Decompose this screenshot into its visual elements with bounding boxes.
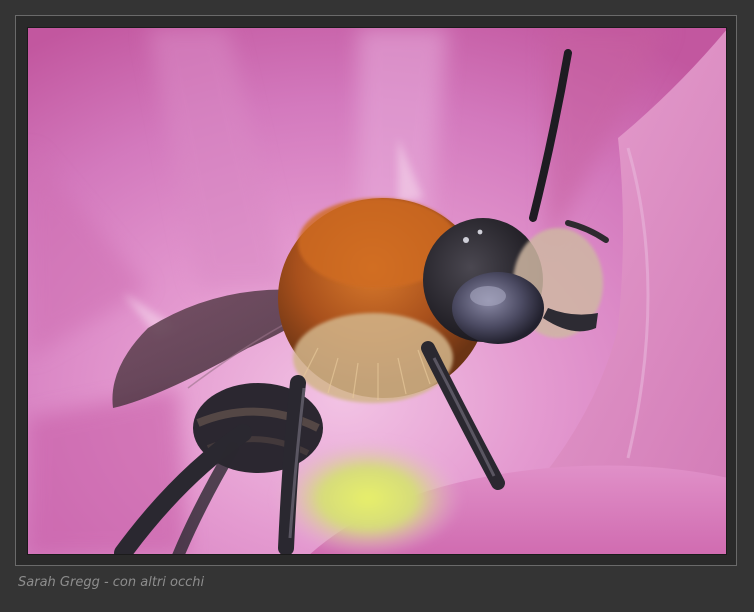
bee-photo-image bbox=[28, 28, 726, 554]
photo bbox=[27, 27, 727, 555]
photo-caption: Sarah Gregg - con altri occhi bbox=[18, 575, 205, 590]
